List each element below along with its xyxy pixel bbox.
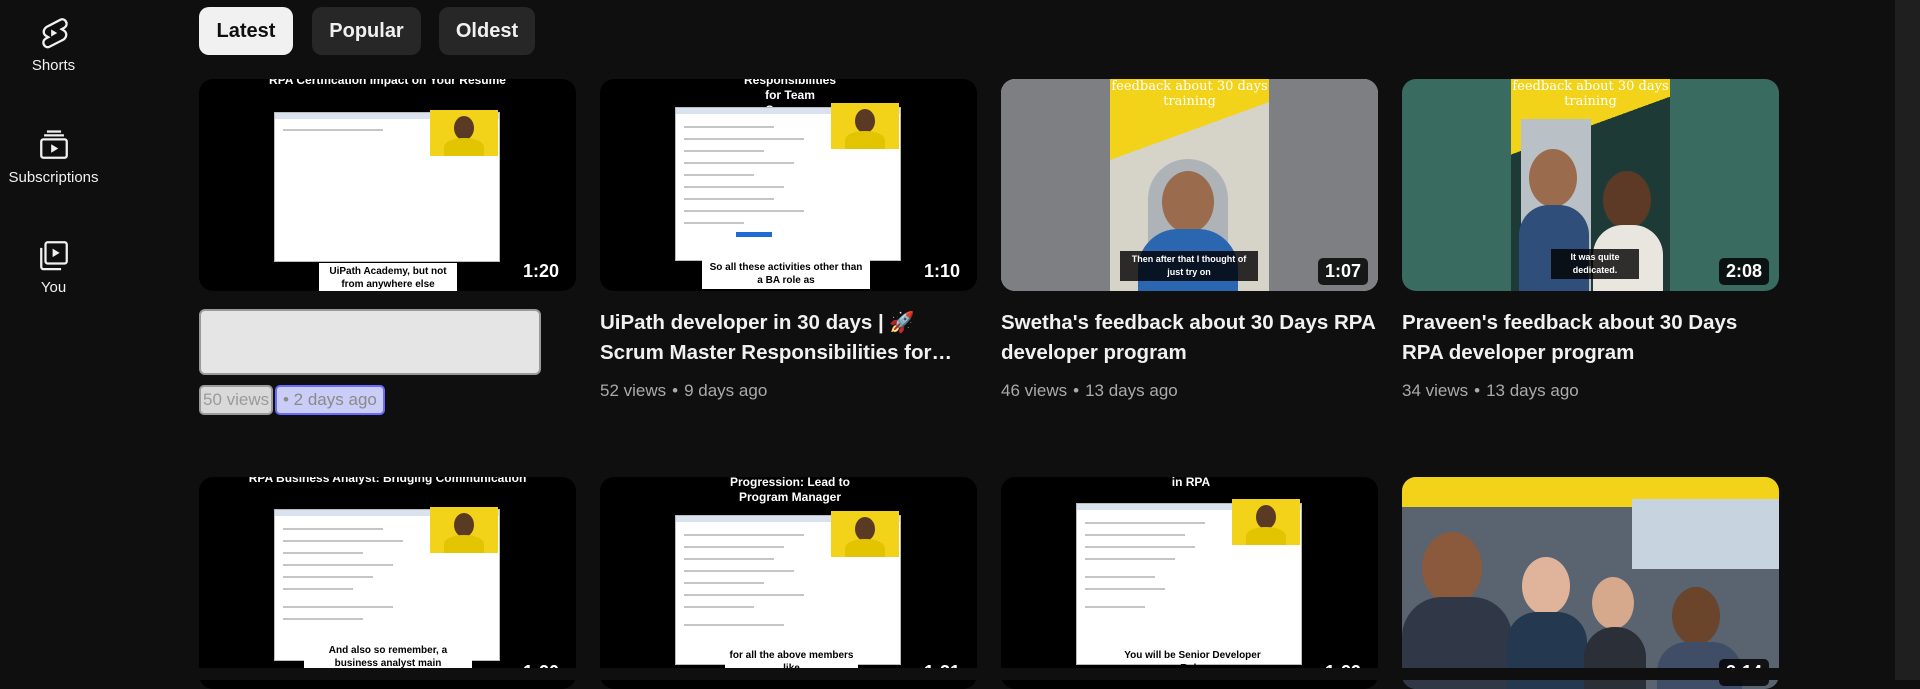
video-title[interactable]: Swetha's feedback about 30 Days RPA deve… bbox=[1001, 308, 1378, 368]
duration-badge: 1:20 bbox=[515, 258, 566, 285]
thumbnail-slide-title: feedback about 30 days training bbox=[1111, 79, 1268, 109]
thumbnail-caption: Then after that I thought of just try on bbox=[1120, 251, 1258, 281]
chip-popular[interactable]: Popular bbox=[312, 7, 421, 55]
thumbnail-caption: So all these activities other than a BA … bbox=[702, 259, 870, 289]
upload-age: • 2 days ago bbox=[275, 385, 385, 415]
thumbnail-slide-title: RPA Business Analyst: Bridging Communica… bbox=[248, 477, 527, 485]
thumbnail-slide-title: in RPA bbox=[1171, 477, 1211, 489]
upload-age: 13 days ago bbox=[1486, 381, 1579, 400]
video-thumbnail[interactable]: Responsibilities for Team Success So all… bbox=[600, 79, 977, 291]
video-thumbnail[interactable]: RPA Business Analyst: Bridging Communica… bbox=[199, 477, 576, 689]
feedback-video-frame: feedback about 30 days training Then aft… bbox=[1110, 79, 1269, 291]
page-scrollbar[interactable] bbox=[1895, 0, 1920, 680]
view-count: 50 views bbox=[199, 385, 274, 415]
sidebar-item-label: Subscriptions bbox=[8, 169, 99, 186]
sidebar-item-you[interactable]: You bbox=[0, 238, 107, 296]
upload-age: 13 days ago bbox=[1085, 381, 1178, 400]
video-thumbnail[interactable]: RPA Certification Impact on Your Resume … bbox=[199, 79, 576, 291]
presenter-image bbox=[831, 511, 899, 557]
video-title[interactable]: Praveen's feedback about 30 Days RPA dev… bbox=[1402, 308, 1779, 368]
chip-latest[interactable]: Latest bbox=[199, 7, 293, 55]
video-thumbnail[interactable]: Progression: Lead to Program Manager for… bbox=[600, 477, 977, 689]
subscriptions-icon bbox=[39, 130, 68, 159]
video-meta: 52 views • 9 days ago bbox=[600, 381, 768, 400]
chip-oldest[interactable]: Oldest bbox=[439, 7, 535, 55]
thumbnail-slide-title: Progression: Lead to Program Manager bbox=[729, 477, 851, 504]
viewport-edge bbox=[0, 668, 1895, 680]
view-count: 34 views bbox=[1402, 381, 1469, 400]
sidebar-item-shorts[interactable]: Shorts bbox=[0, 16, 107, 74]
shorts-icon bbox=[41, 18, 68, 49]
video-title[interactable]: UiPath developer in 30 days | 🚀 Scrum Ma… bbox=[600, 308, 977, 368]
duration-badge: 1:10 bbox=[916, 258, 967, 285]
thumbnail-slide-title: feedback about 30 days training bbox=[1512, 79, 1669, 109]
sidebar-item-subscriptions[interactable]: Subscriptions bbox=[0, 128, 107, 186]
sidebar-item-label: You bbox=[40, 279, 67, 296]
upload-age: 9 days ago bbox=[684, 381, 768, 400]
view-count: 46 views bbox=[1001, 381, 1068, 400]
presenter-image bbox=[1232, 499, 1300, 545]
presenter-image bbox=[831, 103, 899, 149]
video-meta: 34 views • 13 days ago bbox=[1402, 381, 1579, 400]
presenter-image bbox=[430, 110, 498, 156]
sidebar-item-label: Shorts bbox=[31, 57, 76, 74]
event-backdrop bbox=[1632, 499, 1779, 569]
thumbnail-caption: It was quite dedicated. bbox=[1551, 249, 1639, 279]
video-thumbnail[interactable]: in RPA You will be Senior Developer Role… bbox=[1001, 477, 1378, 689]
video-thumbnail[interactable]: 3:14 bbox=[1402, 477, 1779, 689]
you-icon bbox=[39, 241, 68, 271]
feedback-video-frame: feedback about 30 days training It was q… bbox=[1511, 79, 1670, 291]
video-title-selected[interactable] bbox=[199, 309, 541, 375]
duration-badge: 1:07 bbox=[1317, 258, 1368, 285]
video-thumbnail[interactable]: feedback about 30 days training It was q… bbox=[1402, 79, 1779, 291]
video-meta: 46 views • 13 days ago bbox=[1001, 381, 1178, 400]
duration-badge: 2:08 bbox=[1718, 258, 1769, 285]
video-thumbnail[interactable]: feedback about 30 days training Then aft… bbox=[1001, 79, 1378, 291]
left-rail: Shorts Subscriptions You bbox=[0, 0, 107, 680]
view-count: 52 views bbox=[600, 381, 667, 400]
thumbnail-caption: UiPath Academy, but not from anywhere el… bbox=[319, 263, 457, 291]
presenter-image bbox=[430, 507, 498, 553]
thumbnail-slide-title: RPA Certification Impact on Your Resume bbox=[269, 79, 506, 87]
